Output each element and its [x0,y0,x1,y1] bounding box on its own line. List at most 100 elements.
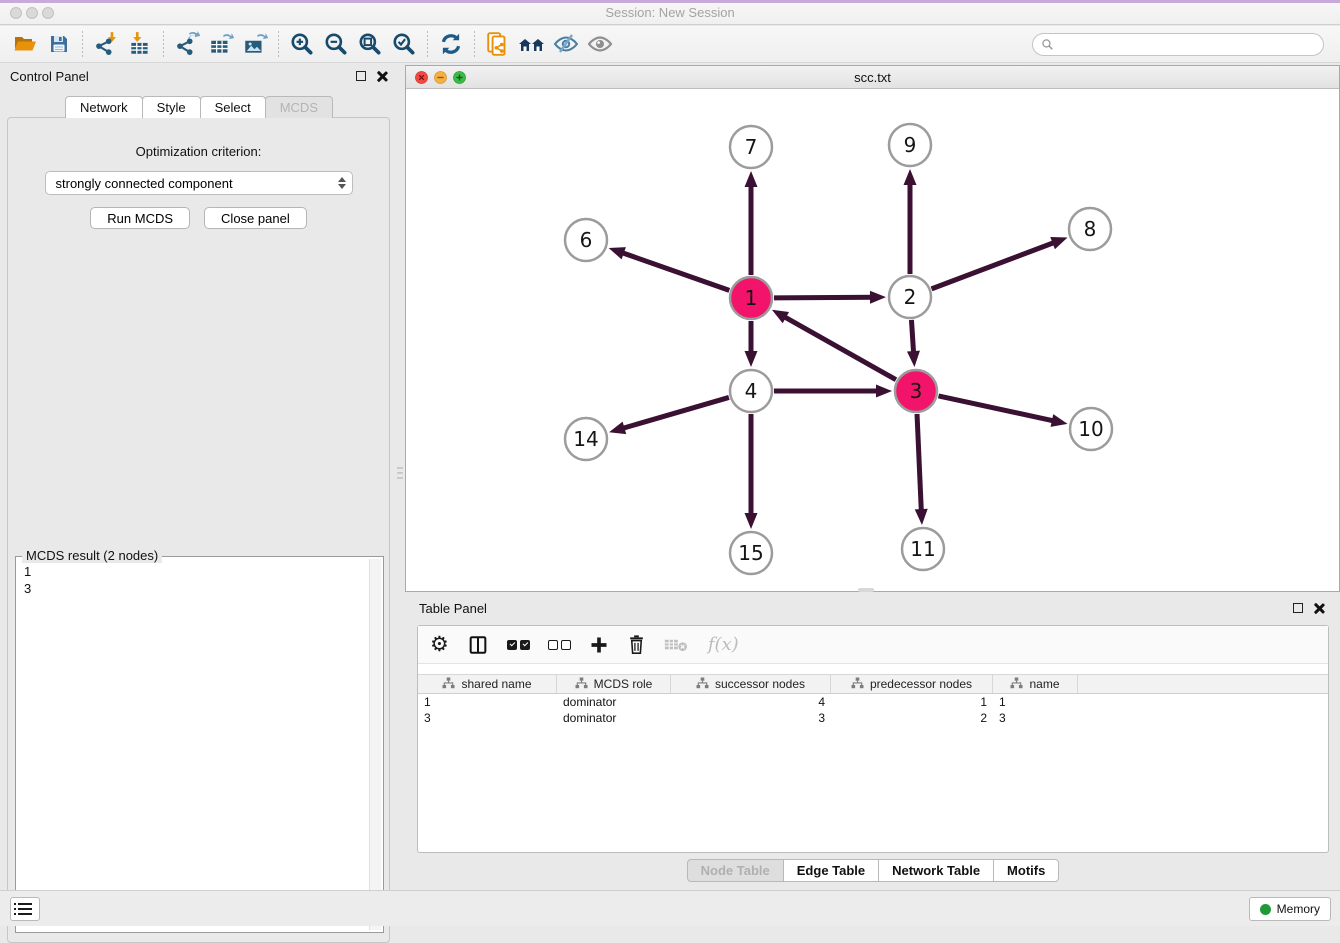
tab-mcds[interactable]: MCDS [265,96,333,118]
run-mcds-button[interactable]: Run MCDS [90,207,190,229]
edge-3-1[interactable] [781,315,895,380]
column-header-label: MCDS role [594,677,653,691]
edge-2-8[interactable] [932,241,1058,289]
export-network-button[interactable] [170,29,204,59]
table-panel-title: Table Panel [419,601,487,616]
network-canvas[interactable]: 7968124314101511 [406,89,1339,591]
zoom-in-button[interactable] [285,29,319,59]
export-image-icon [242,31,268,57]
memory-status-dot [1260,904,1271,915]
save-session-button[interactable] [42,29,76,59]
network-window-title: scc.txt [406,70,1339,85]
network-view-window: scc.txt 7968124314101511 [405,65,1340,592]
column-layout-icon[interactable] [467,634,489,656]
zoom-fit-button[interactable] [353,29,387,59]
graph-node-label-15: 15 [738,541,763,565]
cell-MCDS-role-row1[interactable]: dominator [557,694,671,710]
edge-2-3[interactable] [911,320,913,356]
add-column-icon[interactable] [589,635,609,655]
column-header-successor-nodes[interactable]: successor nodes [671,675,831,693]
criterion-value: strongly connected component [56,176,338,191]
import-network-button[interactable] [89,29,123,59]
table-panel-tabs: Node TableEdge TableNetwork TableMotifs [405,859,1340,882]
refresh-view-button[interactable] [434,29,468,59]
close-panel-button[interactable]: Close panel [204,207,307,229]
save-floppy-icon [47,32,71,56]
mcds-result-title: MCDS result (2 nodes) [22,548,162,563]
zoom-selected-button[interactable] [387,29,421,59]
close-panel-icon[interactable] [376,71,387,82]
tab-network-table[interactable]: Network Table [878,859,994,882]
graph-node-label-2: 2 [904,285,917,309]
tab-motifs[interactable]: Motifs [993,859,1059,882]
import-table-button[interactable] [123,29,157,59]
cell-name-row2[interactable]: 3 [993,710,1078,726]
table-settings-gear-icon[interactable]: ⚙ [430,634,449,655]
float-table-panel-icon[interactable] [1293,603,1303,613]
hide-selected-button[interactable] [549,29,583,59]
tab-network[interactable]: Network [65,96,143,118]
cell-MCDS-role-row2[interactable]: dominator [557,710,671,726]
search-input[interactable] [1059,37,1315,51]
edge-4-14[interactable] [620,397,729,429]
open-folder-icon [12,32,38,56]
memory-button[interactable]: Memory [1249,897,1331,921]
open-file-button[interactable] [8,29,42,59]
cell-shared-name-row1[interactable]: 1 [418,694,557,710]
search-box[interactable] [1032,33,1324,56]
column-header-predecessor-nodes[interactable]: predecessor nodes [831,675,993,693]
function-builder-icon-disabled: f(x) [708,634,739,655]
window-titlebar[interactable]: Session: New Session [0,0,1340,25]
cell-predecessor-nodes-row1[interactable]: 1 [831,694,993,710]
column-header-MCDS-role[interactable]: MCDS role [557,675,671,693]
tab-select[interactable]: Select [200,96,266,118]
task-history-button[interactable] [10,897,40,921]
import-network-icon [93,31,119,57]
float-panel-icon[interactable] [356,71,366,81]
criterion-select[interactable]: strongly connected component [45,171,353,195]
edge-1-6[interactable] [619,252,729,291]
zoom-out-icon [323,31,349,57]
arrowhead-1-6 [609,247,626,259]
optimization-criterion-label: Optimization criterion: [8,144,389,159]
show-all-button[interactable] [583,29,617,59]
delete-column-icon[interactable] [627,634,646,655]
edge-3-11[interactable] [917,414,921,514]
result-scrollbar[interactable] [369,559,381,930]
cell-successor-nodes-row2[interactable]: 3 [671,710,831,726]
column-header-name[interactable]: name [993,675,1078,693]
toolbar-separator [474,31,475,57]
tab-edge-table[interactable]: Edge Table [783,859,879,882]
cell-predecessor-nodes-row2[interactable]: 2 [831,710,993,726]
deselect-all-icon[interactable] [548,640,571,650]
export-table-button[interactable] [204,29,238,59]
edge-3-10[interactable] [938,396,1056,422]
mcds-result-text[interactable]: 1 3 [20,563,367,928]
toolbar-separator [82,31,83,57]
edge-1-2[interactable] [774,297,875,298]
panel-divider-handle[interactable] [396,455,404,491]
export-image-button[interactable] [238,29,272,59]
graph-node-label-3: 3 [910,379,923,403]
arrowhead-1-7 [745,171,758,187]
table-toolbar: ⚙ [418,626,1328,664]
cell-name-row1[interactable]: 1 [993,694,1078,710]
network-resize-handle[interactable] [858,588,874,592]
column-header-shared-name[interactable]: shared name [418,675,557,693]
table-row[interactable]: 1dominator411 [418,694,1328,710]
search-icon [1041,38,1054,51]
control-panel-tabs: NetworkStyleSelectMCDS [0,96,397,118]
table-row[interactable]: 3dominator323 [418,710,1328,726]
cell-successor-nodes-row1[interactable]: 4 [671,694,831,710]
tab-node-table[interactable]: Node Table [687,859,784,882]
select-all-icon[interactable] [507,640,530,650]
duplicate-network-button[interactable] [481,29,515,59]
network-window-titlebar[interactable]: scc.txt [406,66,1339,89]
tab-style[interactable]: Style [142,96,201,118]
graph-node-label-6: 6 [580,228,593,252]
main-toolbar [0,26,1340,63]
close-table-panel-icon[interactable] [1313,603,1324,614]
zoom-out-button[interactable] [319,29,353,59]
first-neighbors-button[interactable] [515,29,549,59]
cell-shared-name-row2[interactable]: 3 [418,710,557,726]
